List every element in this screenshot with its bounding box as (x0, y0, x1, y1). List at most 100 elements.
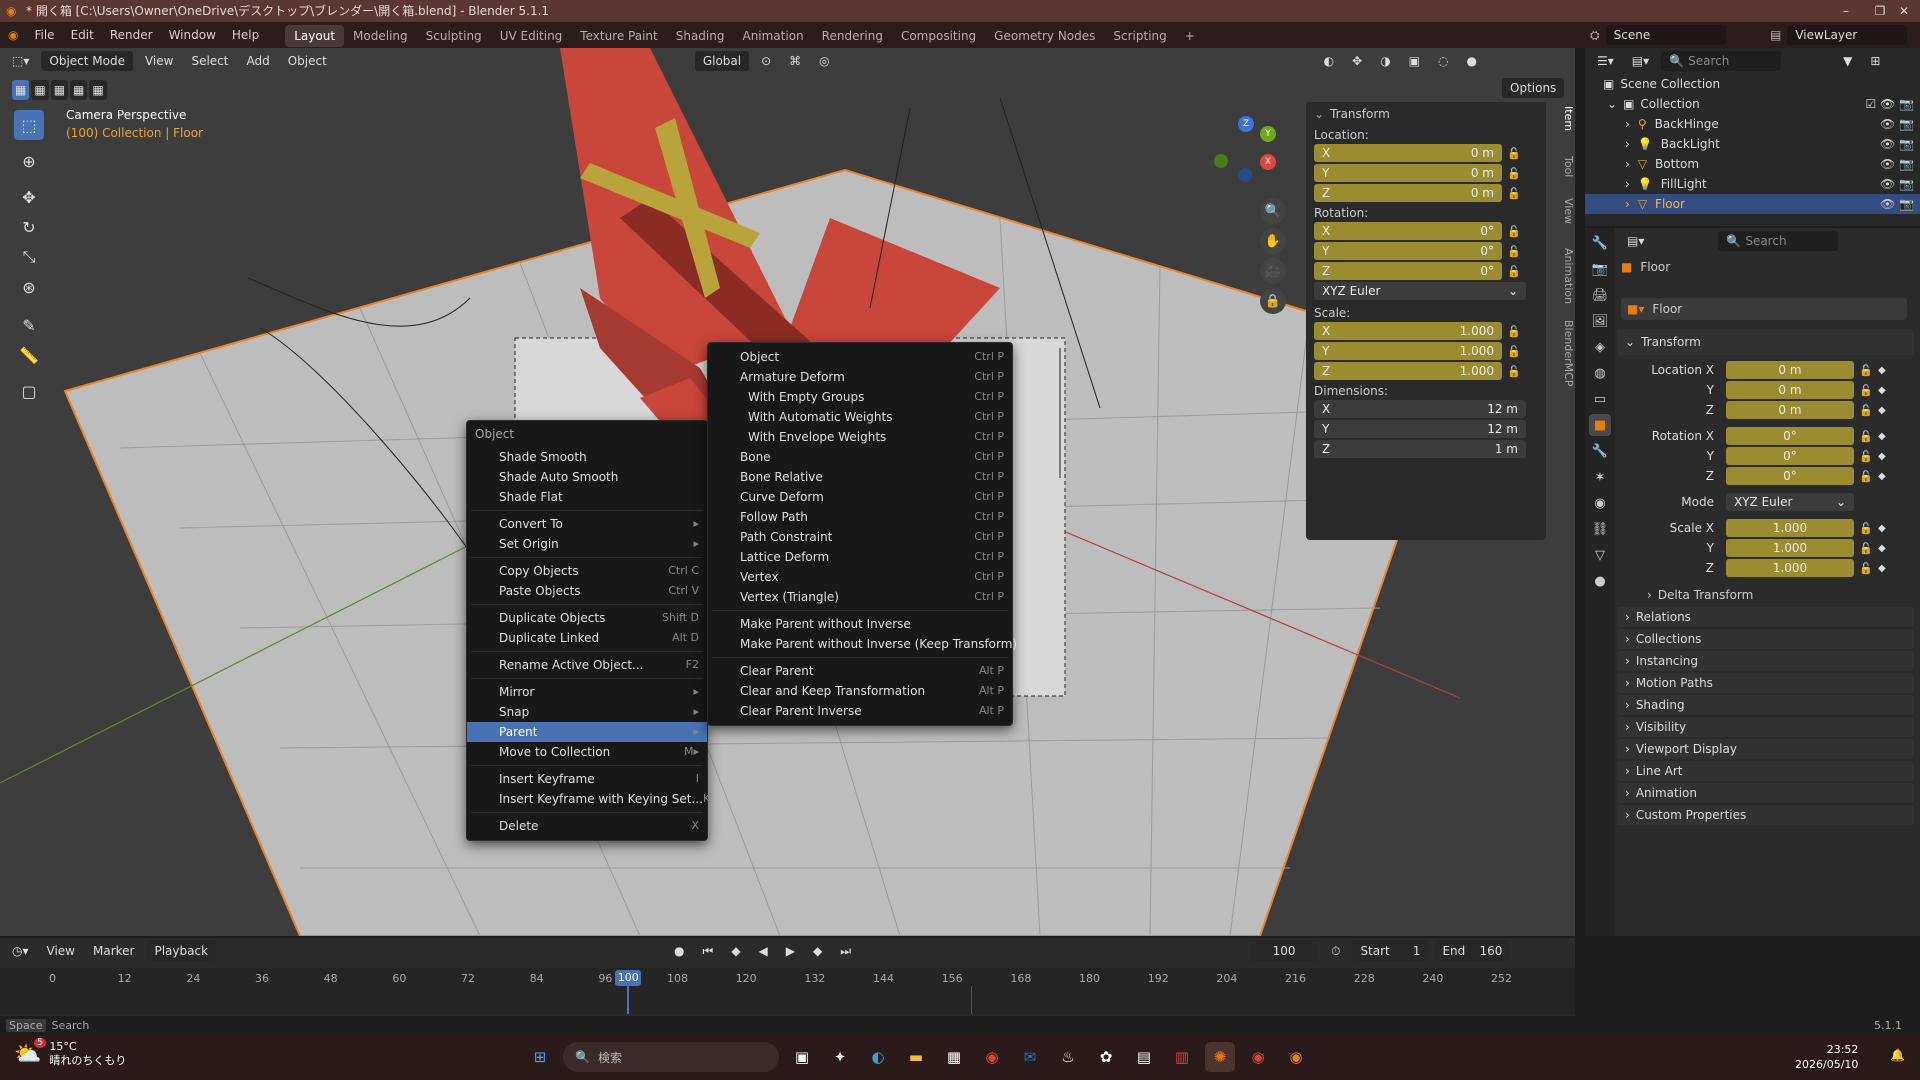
section-collections[interactable]: › Collections (1617, 629, 1914, 649)
menu-item-clear-parent[interactable]: Clear Parent Alt P (708, 661, 1012, 681)
object-datablock-field[interactable]: ■▾ Floor (1621, 298, 1907, 320)
measure-tool-icon[interactable]: 📏 (14, 340, 44, 370)
viewport-menu-select[interactable]: Select (185, 54, 234, 68)
taskbar-search-input[interactable]: 🔍 検索 (563, 1042, 779, 1072)
gizmo-x-icon[interactable]: X (1260, 154, 1276, 170)
overlay-icon[interactable]: ◑ (1374, 54, 1396, 68)
outliner-editor-icon[interactable]: ☰▾ (1591, 54, 1620, 68)
scene-selector[interactable]: ⛭ Scene (1590, 25, 1726, 45)
menu-item-insert-keyframe-with-keying-set[interactable]: Insert Keyframe with Keying Set... K (467, 789, 710, 809)
transform-section-header[interactable]: ⌄ Transform (1617, 329, 1914, 355)
jump-start-icon[interactable]: ⏮ (697, 944, 720, 959)
rotate-tool-icon[interactable]: ↻ (14, 212, 44, 242)
physics-props-icon[interactable]: ◉ (1589, 492, 1611, 514)
notification-bell-icon[interactable]: 🔔 (1890, 1048, 1905, 1062)
visibility-icons[interactable]: 👁 📷 (1880, 174, 1920, 194)
menu-item-with-automatic-weights[interactable]: With Automatic Weights Ctrl P (708, 407, 1012, 427)
menu-render[interactable]: Render (102, 22, 161, 48)
windows-start-icon[interactable]: ⊞ (525, 1042, 555, 1072)
lock-icon[interactable]: 🔓 (1506, 265, 1522, 278)
pivot-icon[interactable]: ⊙ (755, 54, 777, 68)
steam-icon[interactable]: ♨ (1053, 1042, 1083, 1072)
prop-field[interactable]: 1.000 (1726, 539, 1854, 557)
lock-icon[interactable]: 🔓 (1858, 450, 1874, 463)
menu-item-rename-active-object[interactable]: Rename Active Object... F2 (467, 655, 707, 675)
menu-item-duplicate-linked[interactable]: Duplicate Linked Alt D (467, 628, 707, 648)
blender-taskbar-icon[interactable]: ◉ (1281, 1042, 1311, 1072)
particles-props-icon[interactable]: ✶ (1589, 466, 1611, 488)
rotation-z-field[interactable]: Z 0° (1314, 262, 1502, 280)
xray-icon[interactable]: ▣ (1403, 54, 1426, 68)
dimensions-z-field[interactable]: Z1 m (1314, 440, 1526, 458)
collapse-chevron-icon[interactable]: ⌄ (1314, 107, 1324, 121)
keyframe-icon[interactable]: ◆ (1878, 543, 1886, 554)
start-frame-field[interactable]: Start 1 (1352, 941, 1429, 961)
lock-icon[interactable]: 🔓 (1506, 325, 1522, 338)
expand-chevron-icon[interactable]: › (1625, 174, 1630, 194)
current-frame-field[interactable]: 100 (1249, 941, 1320, 961)
visibility-icon[interactable]: ◐ (1318, 54, 1340, 68)
collection-row[interactable]: ⌄ ▣ Collection ☑ 👁 📷 (1585, 94, 1920, 114)
scene-name[interactable]: Scene (1605, 25, 1726, 45)
viewlayer-name[interactable]: ViewLayer (1787, 25, 1908, 45)
tab-uv-editing[interactable]: UV Editing (491, 25, 572, 47)
section-custom-properties[interactable]: › Custom Properties (1617, 805, 1914, 825)
menu-item-lattice-deform[interactable]: Lattice Deform Ctrl P (708, 547, 1012, 567)
move-tool-icon[interactable]: ✥ (14, 182, 44, 212)
menu-item-copy-objects[interactable]: Copy Objects Ctrl C (467, 561, 707, 581)
viewport-menu-add[interactable]: Add (240, 54, 275, 68)
new-collection-icon[interactable]: ⊞ (1864, 54, 1886, 68)
visibility-icons[interactable]: 👁 📷 (1880, 194, 1920, 214)
select-invert-icon[interactable]: ▦ (70, 80, 88, 100)
proportional-edit-icon[interactable]: ◎ (813, 54, 835, 68)
shading-wireframe-icon[interactable]: ◌ (1432, 54, 1454, 68)
section-visibility[interactable]: › Visibility (1617, 717, 1914, 737)
collection-props-icon[interactable]: ▭ (1589, 388, 1611, 410)
menu-edit[interactable]: Edit (63, 22, 102, 48)
tab-rendering[interactable]: Rendering (813, 25, 892, 47)
outliner-item-floor[interactable]: › ▽ Floor 👁 📷 (1585, 194, 1920, 214)
prop-field[interactable]: 0° (1726, 467, 1854, 485)
menu-item-make-parent-without-inverse[interactable]: Make Parent without Inverse (708, 614, 1012, 634)
lock-icon[interactable]: 🔓 (1858, 430, 1874, 443)
expand-chevron-icon[interactable]: ⌄ (1607, 94, 1617, 114)
annotate-tool-icon[interactable]: ✎ (14, 310, 44, 340)
tab-geometry-nodes[interactable]: Geometry Nodes (985, 25, 1104, 47)
modifier-props-icon[interactable]: 🔧 (1589, 440, 1611, 462)
prop-field[interactable]: 0° (1726, 427, 1854, 445)
lock-icon[interactable]: 🔓 (1506, 167, 1522, 180)
expand-chevron-icon[interactable]: › (1625, 154, 1630, 174)
delta-transform-header[interactable]: › Delta Transform (1617, 584, 1920, 606)
task-view-icon[interactable]: ▣ (787, 1042, 817, 1072)
object-name[interactable]: Floor (1640, 260, 1670, 274)
store-icon[interactable]: ▦ (939, 1042, 969, 1072)
select-intersect-icon[interactable]: ▦ (89, 80, 107, 100)
keyframe-icon[interactable]: ◆ (1878, 563, 1886, 574)
scale-x-field[interactable]: X 1.000 (1314, 322, 1502, 340)
jump-end-icon[interactable]: ⏭ (834, 944, 857, 959)
location-x-field[interactable]: X0 m (1314, 144, 1502, 162)
keyframe-icon[interactable]: ◆ (1878, 523, 1886, 534)
menu-item-clear-parent-inverse[interactable]: Clear Parent Inverse Alt P (708, 701, 1012, 721)
menu-item-mirror[interactable]: Mirror ▸ (467, 682, 707, 702)
menu-item-convert-to[interactable]: Convert To ▸ (467, 514, 707, 534)
properties-search-input[interactable]: 🔍 Search (1718, 231, 1839, 251)
rotation-mode-dropdown[interactable]: XYZ Euler ⌄ (1726, 493, 1854, 511)
menu-item-shade-auto-smooth[interactable]: Shade Auto Smooth (467, 467, 707, 487)
end-frame-field[interactable]: End 160 (1434, 941, 1511, 961)
viewport-menu-object[interactable]: Object (282, 54, 333, 68)
menu-item-object[interactable]: Object Ctrl P (708, 347, 1012, 367)
menu-item-vertex[interactable]: Vertex Ctrl P (708, 567, 1012, 587)
properties-editor-icon[interactable]: ▤▾ (1621, 234, 1650, 248)
pan-hand-icon[interactable]: ✋ (1260, 228, 1286, 254)
lock-view-icon[interactable]: 🔒 (1260, 288, 1286, 314)
outliner-item-backhinge[interactable]: › ⚲ BackHinge 👁 📷 (1585, 114, 1920, 134)
zoom-icon[interactable]: 🔍 (1260, 198, 1286, 224)
world-props-icon[interactable]: ◍ (1589, 362, 1611, 384)
tab-compositing[interactable]: Compositing (892, 25, 985, 47)
section-line-art[interactable]: › Line Art (1617, 761, 1914, 781)
menu-item-insert-keyframe[interactable]: Insert Keyframe I (467, 769, 707, 789)
display-mode-icon[interactable]: ▤▾ (1626, 54, 1655, 68)
section-relations[interactable]: › Relations (1617, 607, 1914, 627)
select-box-tool-icon[interactable]: ⬚ (14, 110, 44, 140)
